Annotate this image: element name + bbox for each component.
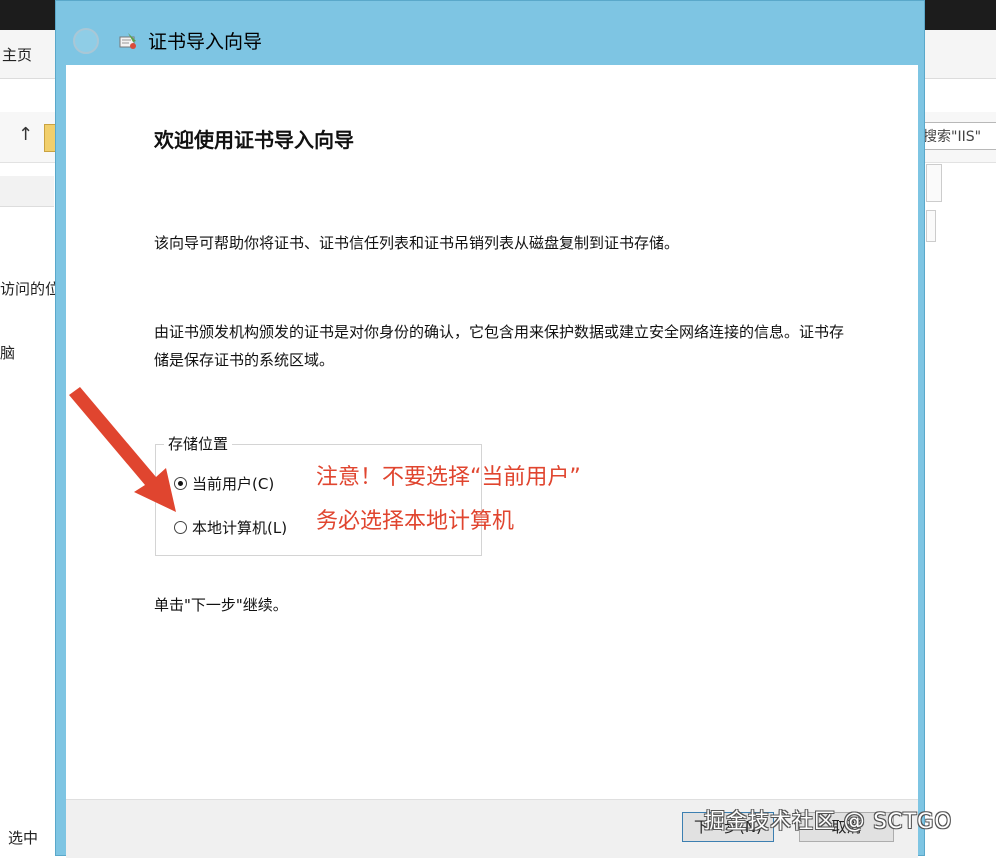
radio-button-selected[interactable] (174, 477, 187, 490)
description-text: 由证书颁发机构颁发的证书是对你身份的确认，它包含用来保护数据或建立安全网络连接的… (154, 323, 845, 369)
radio-current-user[interactable]: 当前用户(C) (174, 473, 274, 494)
back-button[interactable] (73, 28, 99, 54)
background-right-panel-2 (926, 210, 936, 242)
nav-item-recent[interactable]: 访问的位 (0, 278, 60, 299)
radio-label-current-user: 当前用户(C) (192, 475, 275, 493)
annotation-warning: 注意！不要选择“当前用户” (316, 465, 581, 490)
dialog-title: 证书导入向导 (148, 31, 263, 53)
certificate-import-wizard: 证书导入向导 欢迎使用证书导入向导 该向导可帮助你将证书、证书信任列表和证书吊销… (55, 0, 925, 858)
annotation-instruction: 务必选择本地计算机 (316, 509, 515, 534)
search-input[interactable]: 搜索"IIS" (918, 122, 996, 150)
radio-button-unselected[interactable] (174, 521, 187, 534)
ribbon-tab-home[interactable]: 主页 (2, 44, 32, 65)
radio-local-machine[interactable]: 本地计算机(L) (174, 517, 287, 538)
arrow-up-icon[interactable]: ↑ (18, 124, 33, 145)
intro-text: 该向导可帮助你将证书、证书信任列表和证书吊销列表从磁盘复制到证书存储。 (154, 234, 680, 252)
store-location-legend: 存储位置 (164, 433, 233, 454)
column-header (0, 176, 54, 207)
certificate-icon (119, 33, 136, 49)
watermark: 掘金技术社区 @ SCTGO (704, 809, 952, 833)
page-heading: 欢迎使用证书导入向导 (154, 128, 354, 152)
wizard-content: 欢迎使用证书导入向导 该向导可帮助你将证书、证书信任列表和证书吊销列表从磁盘复制… (66, 65, 918, 799)
nav-item-this-pc[interactable]: 脑 (0, 342, 15, 363)
background-right-panel (926, 164, 942, 202)
continue-hint: 单击"下一步"继续。 (154, 596, 288, 614)
radio-label-local-machine: 本地计算机(L) (192, 519, 288, 537)
